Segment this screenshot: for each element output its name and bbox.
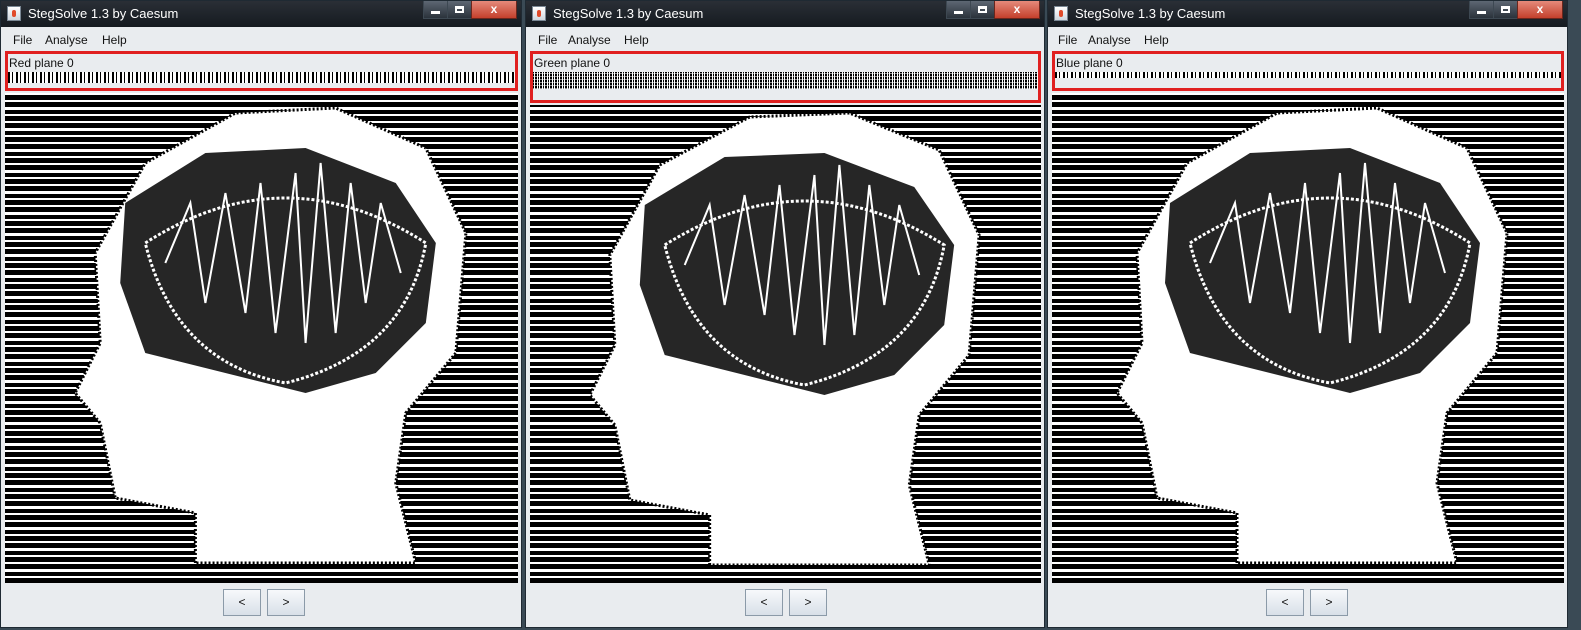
menu-help[interactable]: Help	[102, 33, 127, 47]
previous-plane-button[interactable]: <	[745, 589, 783, 616]
stegsolve-window-green: StegSolve 1.3 by Caesum x File Analyse H…	[525, 0, 1045, 628]
menu-bar: File Analyse Help	[1, 29, 521, 51]
window-controls: x	[423, 1, 517, 21]
bitplane-image	[530, 105, 1041, 583]
menu-bar: File Analyse Help	[1048, 29, 1567, 51]
plane-label: Red plane 0	[9, 56, 74, 70]
menu-file[interactable]: File	[13, 33, 32, 47]
title-bar[interactable]: StegSolve 1.3 by Caesum x	[526, 1, 1044, 27]
minimize-icon[interactable]	[946, 1, 971, 19]
window-controls: x	[1469, 1, 1563, 21]
next-plane-button[interactable]: >	[267, 589, 305, 616]
window-title: StegSolve 1.3 by Caesum	[28, 6, 179, 21]
plane-info-highlight: Green plane 0	[530, 51, 1041, 103]
menu-analyse[interactable]: Analyse	[568, 33, 611, 47]
title-bar[interactable]: StegSolve 1.3 by Caesum x	[1048, 1, 1567, 27]
stegsolve-window-blue: StegSolve 1.3 by Caesum x File Analyse H…	[1047, 0, 1568, 628]
head-silhouette-image	[588, 111, 981, 567]
menu-file[interactable]: File	[1058, 33, 1077, 47]
maximize-icon[interactable]	[447, 1, 472, 19]
navigation-bar: < >	[1, 589, 521, 619]
app-icon	[1054, 6, 1068, 21]
previous-plane-button[interactable]: <	[223, 589, 261, 616]
window-controls: x	[946, 1, 1040, 21]
navigation-bar: < >	[526, 589, 1044, 619]
bit-data-strip	[1055, 72, 1561, 78]
head-silhouette-image	[1115, 106, 1509, 565]
menu-help[interactable]: Help	[624, 33, 649, 47]
stegsolve-window-red: StegSolve 1.3 by Caesum x File Analyse H…	[0, 0, 522, 628]
plane-info-highlight: Blue plane 0	[1052, 51, 1564, 91]
head-silhouette-image	[73, 106, 468, 565]
app-icon	[7, 6, 21, 21]
title-bar[interactable]: StegSolve 1.3 by Caesum x	[1, 1, 521, 27]
menu-help[interactable]: Help	[1144, 33, 1169, 47]
plane-label: Green plane 0	[534, 56, 611, 70]
bitplane-image	[1052, 93, 1564, 583]
menu-analyse[interactable]: Analyse	[45, 33, 88, 47]
window-title: StegSolve 1.3 by Caesum	[553, 6, 704, 21]
next-plane-button[interactable]: >	[1310, 589, 1348, 616]
menu-analyse[interactable]: Analyse	[1088, 33, 1131, 47]
bit-data-strip	[8, 72, 515, 83]
minimize-icon[interactable]	[1469, 1, 1494, 19]
previous-plane-button[interactable]: <	[1266, 589, 1304, 616]
close-icon[interactable]: x	[471, 1, 517, 19]
window-title: StegSolve 1.3 by Caesum	[1075, 6, 1226, 21]
menu-bar: File Analyse Help	[526, 29, 1044, 51]
close-icon[interactable]: x	[1517, 1, 1563, 19]
minimize-icon[interactable]	[423, 1, 448, 19]
maximize-icon[interactable]	[970, 1, 995, 19]
bit-data-strip	[533, 72, 1038, 89]
close-icon[interactable]: x	[994, 1, 1040, 19]
bitplane-image	[5, 93, 518, 583]
plane-label: Blue plane 0	[1056, 56, 1123, 70]
next-plane-button[interactable]: >	[789, 589, 827, 616]
navigation-bar: < >	[1048, 589, 1567, 619]
maximize-icon[interactable]	[1493, 1, 1518, 19]
menu-file[interactable]: File	[538, 33, 557, 47]
app-icon	[532, 6, 546, 21]
plane-info-highlight: Red plane 0	[5, 51, 518, 91]
